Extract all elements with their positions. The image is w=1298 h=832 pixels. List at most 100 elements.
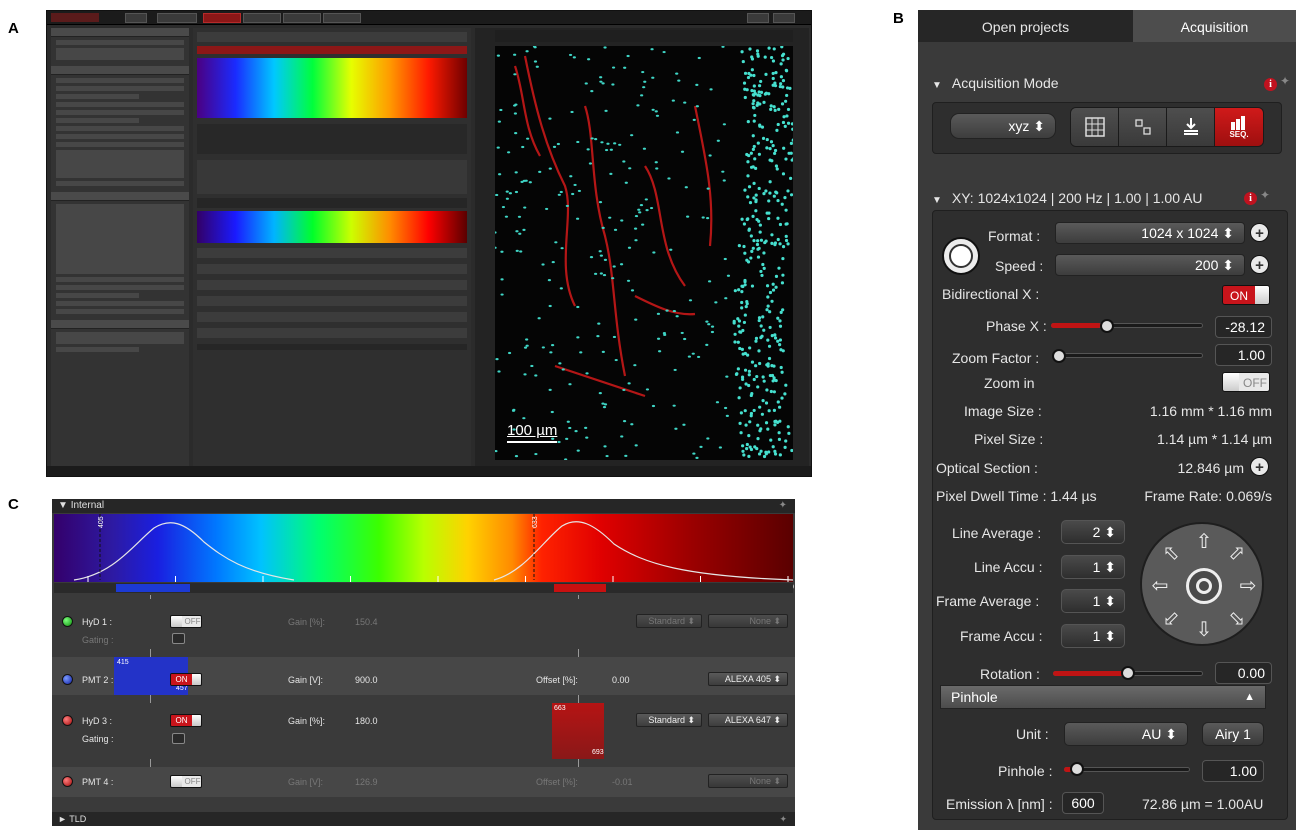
band-pmt2[interactable] bbox=[116, 584, 190, 592]
sequence-buttons[interactable] bbox=[56, 332, 184, 344]
z-stack-controls[interactable] bbox=[56, 204, 184, 274]
acquisition-mode-select[interactable]: xyz ⬍ bbox=[950, 113, 1056, 139]
dye-select[interactable]: ALEXA 405 ⬍ bbox=[708, 672, 788, 686]
pinhole-header[interactable]: Pinhole ▲ bbox=[940, 685, 1266, 709]
arrow-upleft-icon[interactable]: ⇧ bbox=[1155, 537, 1189, 571]
lut-icon[interactable] bbox=[942, 237, 980, 275]
grid-icon[interactable] bbox=[1071, 108, 1119, 146]
gating-checkbox[interactable] bbox=[172, 733, 185, 744]
arrow-downleft-icon[interactable]: ⇧ bbox=[1155, 601, 1189, 635]
hyd3-high-label: 693 bbox=[592, 749, 604, 756]
viewer-toolbar[interactable] bbox=[495, 30, 793, 42]
toolbar-tab[interactable] bbox=[157, 13, 197, 23]
dial-center-icon[interactable] bbox=[1186, 568, 1222, 604]
expand-triangle-icon[interactable]: ► bbox=[58, 814, 67, 824]
detector-row[interactable] bbox=[197, 296, 467, 306]
arrow-down-icon[interactable]: ⇩ bbox=[1192, 618, 1216, 642]
rotation-field[interactable]: 0.00 bbox=[1215, 662, 1272, 684]
phase-x-field[interactable]: -28.12 bbox=[1215, 316, 1272, 338]
excitation-spectrum[interactable] bbox=[197, 58, 467, 118]
detector-toggle[interactable]: ON bbox=[170, 673, 202, 686]
format-add-icon[interactable]: + bbox=[1250, 223, 1269, 242]
info-icon[interactable]: i bbox=[1244, 192, 1257, 205]
pin-icon[interactable]: ✦ bbox=[1280, 74, 1290, 88]
sequential-scan-header[interactable] bbox=[51, 320, 189, 329]
pinhole-field[interactable]: 1.00 bbox=[1202, 760, 1264, 782]
toolbar-tab[interactable] bbox=[125, 13, 147, 23]
objective-selector[interactable] bbox=[197, 160, 467, 194]
arrow-right-icon[interactable]: ⇨ bbox=[1236, 574, 1260, 598]
detector-row[interactable] bbox=[197, 264, 467, 274]
pin-icon[interactable]: ✦ bbox=[779, 812, 787, 826]
collapse-triangle-icon[interactable]: ▼ bbox=[932, 80, 942, 91]
collapse-triangle-icon[interactable]: ▼ bbox=[58, 500, 68, 511]
frame-average-stepper[interactable]: 1 ⬍ bbox=[1061, 589, 1125, 613]
tab-acquisition[interactable]: Acquisition bbox=[1133, 10, 1296, 42]
dye-select[interactable]: None ⬍ bbox=[708, 774, 788, 788]
format-select[interactable]: 1024 x 1024 ⬍ bbox=[1055, 222, 1245, 244]
tld-footer[interactable]: ► TLD ✦ bbox=[52, 812, 795, 826]
frame-accu-stepper[interactable]: 1 ⬍ bbox=[1061, 624, 1125, 648]
band-hyd3[interactable] bbox=[554, 584, 606, 592]
detector-row[interactable] bbox=[197, 328, 467, 338]
mode-buttons[interactable] bbox=[56, 48, 184, 60]
emission-spectrum[interactable]: 405 633 400450500550600650700750800 bbox=[54, 514, 794, 591]
phase-x-knob[interactable] bbox=[1100, 319, 1114, 333]
pinhole-knob[interactable] bbox=[1070, 762, 1084, 776]
detector-toggle[interactable]: OFF bbox=[170, 615, 202, 628]
arrow-left-icon[interactable]: ⇦ bbox=[1148, 574, 1172, 598]
zoom-factor-knob[interactable] bbox=[1052, 349, 1066, 363]
nucleus-dot bbox=[525, 338, 529, 341]
speed-add-icon[interactable]: + bbox=[1250, 255, 1269, 274]
left-tabs[interactable] bbox=[51, 28, 189, 37]
toolbar-tab[interactable] bbox=[323, 13, 361, 23]
rotation-knob[interactable] bbox=[1121, 666, 1135, 680]
zoom-factor-field[interactable]: 1.00 bbox=[1215, 344, 1272, 366]
arrow-up-icon[interactable]: ⇧ bbox=[1192, 530, 1216, 554]
airy-1-button[interactable]: Airy 1 bbox=[1202, 722, 1264, 746]
toolbar-tab[interactable] bbox=[773, 13, 795, 23]
xy-section-header[interactable] bbox=[51, 66, 189, 75]
dye-select[interactable]: None ⬍ bbox=[708, 614, 788, 628]
bidirectional-toggle[interactable]: ON bbox=[1222, 285, 1270, 305]
toolbar-tab[interactable] bbox=[283, 13, 321, 23]
toolbar-tab[interactable] bbox=[243, 13, 281, 23]
z-stack-header[interactable] bbox=[51, 192, 189, 201]
gating-checkbox[interactable] bbox=[172, 633, 185, 644]
updown-arrow-icon: ⬍ bbox=[1104, 628, 1116, 644]
pin-icon[interactable]: ✦ bbox=[1260, 188, 1270, 202]
speed-select[interactable]: 200 ⬍ bbox=[1055, 254, 1245, 276]
dye-select[interactable]: ALEXA 647 ⬍ bbox=[708, 713, 788, 727]
toolbar-tab[interactable] bbox=[747, 13, 769, 23]
acquisition-mode-header[interactable]: ▼ Acquisition Mode bbox=[932, 75, 1059, 101]
collapse-triangle-icon[interactable]: ▼ bbox=[932, 195, 942, 206]
sequential-button[interactable]: SEQ. bbox=[1215, 108, 1263, 146]
emission-spectrum[interactable] bbox=[197, 211, 467, 243]
tile-icon[interactable] bbox=[1119, 108, 1167, 146]
laser-line-bar[interactable] bbox=[197, 46, 467, 54]
detector-row[interactable] bbox=[197, 280, 467, 290]
mode-select[interactable]: Standard ⬍ bbox=[636, 614, 702, 628]
line-average-stepper[interactable]: 2 ⬍ bbox=[1061, 520, 1125, 544]
info-icon[interactable]: i bbox=[1264, 78, 1277, 91]
pin-icon[interactable]: ✦ bbox=[779, 499, 787, 513]
zoom-in-toggle[interactable]: OFF bbox=[1222, 372, 1270, 392]
detector-row[interactable] bbox=[197, 312, 467, 322]
download-icon[interactable] bbox=[1167, 108, 1215, 146]
arrow-upright-icon[interactable]: ⇧ bbox=[1219, 537, 1253, 571]
internal-header[interactable]: ▼ Internal ✦ bbox=[52, 499, 795, 513]
mode-select[interactable]: Standard ⬍ bbox=[636, 713, 702, 727]
zoom-factor-track[interactable] bbox=[1053, 353, 1203, 358]
unit-select[interactable]: AU ⬍ bbox=[1064, 722, 1188, 746]
optical-section-add-icon[interactable]: + bbox=[1250, 457, 1269, 476]
detector-toggle[interactable]: ON bbox=[170, 714, 202, 727]
toolbar-tab-active[interactable] bbox=[203, 13, 241, 23]
detector-row[interactable] bbox=[197, 248, 467, 258]
collapse-up-icon[interactable]: ▲ bbox=[1244, 686, 1255, 708]
scan-direction-dial[interactable]: ⇧ ⇩ ⇦ ⇨ ⇧ ⇧ ⇧ ⇧ bbox=[1140, 522, 1264, 646]
tab-open-projects[interactable]: Open projects bbox=[918, 10, 1133, 42]
emission-field[interactable]: 600 bbox=[1062, 792, 1104, 814]
line-accu-stepper[interactable]: 1 ⬍ bbox=[1061, 555, 1125, 579]
averaging-dial-area[interactable] bbox=[56, 150, 184, 178]
detector-toggle[interactable]: OFF bbox=[170, 775, 202, 788]
